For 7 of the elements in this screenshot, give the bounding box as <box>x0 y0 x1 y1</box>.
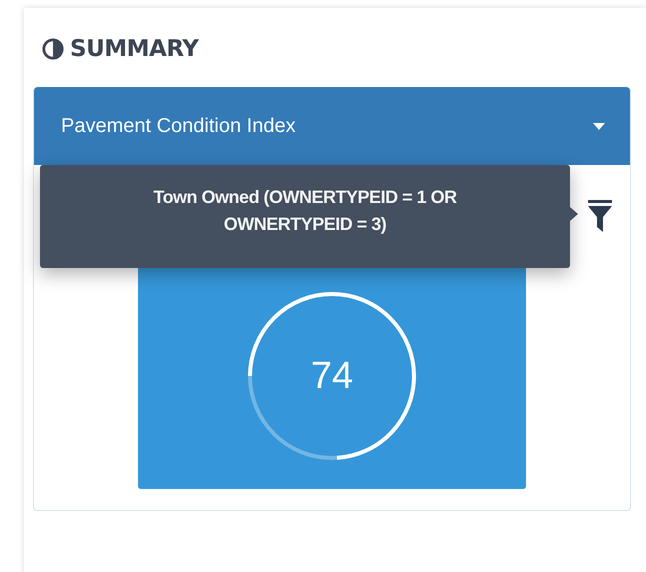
pci-value: 74 <box>310 357 354 395</box>
metric-dropdown[interactable]: Pavement Condition Index <box>34 87 630 165</box>
panel-title: SUMMARY <box>70 36 198 62</box>
tooltip-pointer-icon <box>570 207 578 221</box>
caret-icon <box>593 122 605 130</box>
filter-icon[interactable] <box>588 200 612 232</box>
half-circle-icon <box>42 38 64 60</box>
